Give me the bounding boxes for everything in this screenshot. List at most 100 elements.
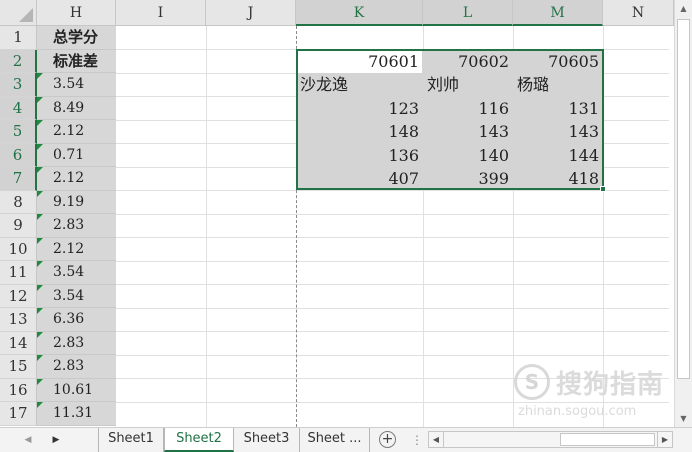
gridline (116, 237, 669, 238)
add-sheet-button[interactable]: + (379, 431, 396, 448)
tab-split-handle[interactable]: ⋮ (411, 428, 423, 452)
column-header-h[interactable]: H (37, 0, 116, 26)
comment-indicator (37, 261, 43, 267)
gridline (116, 307, 669, 309)
tab-scroll-left-icon[interactable]: ◀ (18, 428, 38, 452)
cell-h-value[interactable]: 0.71 (37, 143, 116, 167)
row-header[interactable]: 8 (0, 190, 37, 214)
column-header-l[interactable]: L (423, 0, 513, 26)
cell-l4[interactable]: 116 (425, 97, 509, 121)
column-header-k[interactable]: K (296, 0, 423, 26)
spreadsheet-grid[interactable]: H I J K L M N 1 2 3 4 5 6 7 8 9 10 11 12… (0, 0, 692, 452)
cell-k3[interactable]: 沙龙逸 (300, 73, 419, 97)
column-header-m[interactable]: M (513, 0, 603, 26)
cell-h-value[interactable]: 2.12 (37, 237, 116, 261)
comment-indicator (37, 378, 43, 385)
row-header[interactable]: 12 (0, 284, 37, 308)
cell-h-value[interactable]: 9.19 (37, 190, 116, 214)
scroll-left-arrow-icon[interactable]: ◀ (429, 432, 444, 447)
cell-k2[interactable]: 70601 (300, 50, 419, 74)
cell-h-text: 3.54 (53, 287, 85, 304)
fill-handle[interactable] (600, 186, 606, 192)
gridline (116, 213, 669, 215)
row-header[interactable]: 4 (0, 96, 37, 120)
cell-h-value[interactable]: 2.12 (37, 120, 116, 144)
row-header[interactable]: 13 (0, 308, 37, 332)
tab-sheet2[interactable]: Sheet2 (164, 428, 234, 452)
horizontal-scrollbar[interactable]: ◀ ▶ (428, 431, 673, 448)
row-header[interactable]: 2 (0, 49, 37, 73)
cell-h-value[interactable]: 2.83 (37, 355, 116, 379)
column-header-n[interactable]: N (603, 0, 674, 26)
scroll-down-arrow-icon[interactable]: ▼ (675, 410, 692, 427)
row-header[interactable]: 1 (0, 26, 37, 50)
comment-indicator (37, 167, 43, 173)
row-header[interactable]: 14 (0, 331, 37, 355)
cell-k7[interactable]: 407 (300, 167, 419, 191)
row-header[interactable]: 15 (0, 355, 37, 379)
cell-h1-header[interactable]: 总学分 (37, 26, 116, 50)
cell-h-value[interactable]: 2.83 (37, 331, 116, 355)
cell-m7[interactable]: 418 (515, 167, 599, 191)
cell-h-value[interactable]: 3.54 (37, 261, 116, 285)
tab-sheet1[interactable]: Sheet1 (98, 428, 164, 452)
comment-indicator (37, 73, 43, 79)
cell-h-text: 8.49 (53, 99, 85, 116)
cell-m6[interactable]: 144 (515, 144, 599, 168)
cell-h-value[interactable]: 11.31 (37, 402, 116, 426)
scroll-up-arrow-icon[interactable]: ▲ (675, 0, 692, 17)
cell-k5[interactable]: 148 (300, 120, 419, 144)
cell-l7[interactable]: 399 (425, 167, 509, 191)
comment-indicator (37, 237, 43, 244)
cell-h-value[interactable]: 6.36 (37, 308, 116, 332)
row-header[interactable]: 10 (0, 237, 37, 261)
row-header[interactable]: 16 (0, 378, 37, 402)
comment-indicator (37, 402, 43, 408)
tab-more-sheets[interactable]: Sheet ... (300, 428, 370, 452)
cell-m5[interactable]: 143 (515, 120, 599, 144)
column-header-i[interactable]: I (116, 0, 206, 26)
comment-indicator (37, 190, 43, 197)
cell-h-value[interactable]: 2.12 (37, 167, 116, 191)
row-header[interactable]: 5 (0, 120, 37, 144)
column-header-j[interactable]: J (206, 0, 296, 26)
cell-h-value[interactable]: 3.54 (37, 284, 116, 308)
watermark-url: zhinan.sogou.com (518, 404, 637, 419)
cell-k6[interactable]: 136 (300, 144, 419, 168)
cell-m3[interactable]: 杨璐 (517, 73, 601, 97)
row-header[interactable]: 9 (0, 214, 37, 238)
sogou-watermark: S 搜狗指南 zhinan.sogou.com (512, 362, 670, 422)
comment-indicator (37, 96, 43, 103)
cell-h-value[interactable]: 8.49 (37, 96, 116, 120)
watermark-text: 搜狗指南 (556, 370, 665, 400)
vertical-scroll-thumb[interactable] (677, 19, 690, 379)
cell-l2[interactable]: 70602 (425, 50, 509, 74)
cell-h-text: 2.12 (53, 170, 85, 186)
row-header[interactable]: 17 (0, 402, 37, 426)
row-header[interactable]: 6 (0, 143, 37, 167)
scroll-right-arrow-icon[interactable]: ▶ (657, 432, 672, 447)
gridline (116, 284, 669, 285)
cell-m2[interactable]: 70605 (515, 50, 599, 74)
sogou-logo-icon: S (514, 364, 550, 400)
cell-h-value[interactable]: 10.61 (37, 378, 116, 402)
cell-h-value[interactable]: 3.54 (37, 73, 116, 97)
cell-k4[interactable]: 123 (300, 97, 419, 121)
row-header[interactable]: 11 (0, 261, 37, 285)
horizontal-scroll-thumb[interactable] (560, 433, 655, 446)
cell-h2-header[interactable]: 标准差 (37, 49, 116, 73)
row-header[interactable]: 3 (0, 73, 37, 97)
cell-h-text: 6.36 (53, 311, 85, 327)
cell-l3[interactable]: 刘帅 (427, 73, 511, 97)
select-all-corner[interactable] (0, 0, 37, 26)
vertical-scrollbar[interactable]: ▲ ▼ (674, 0, 692, 427)
cell-l6[interactable]: 140 (425, 144, 509, 168)
cell-l5[interactable]: 143 (425, 120, 509, 144)
tab-sheet3[interactable]: Sheet3 (234, 428, 300, 452)
cell-m4[interactable]: 131 (515, 97, 599, 121)
gridline (116, 401, 669, 403)
cell-h-text: 3.54 (53, 76, 85, 92)
cell-h-value[interactable]: 2.83 (37, 214, 116, 238)
row-header[interactable]: 7 (0, 167, 37, 191)
tab-scroll-right-icon[interactable]: ▶ (46, 428, 66, 452)
